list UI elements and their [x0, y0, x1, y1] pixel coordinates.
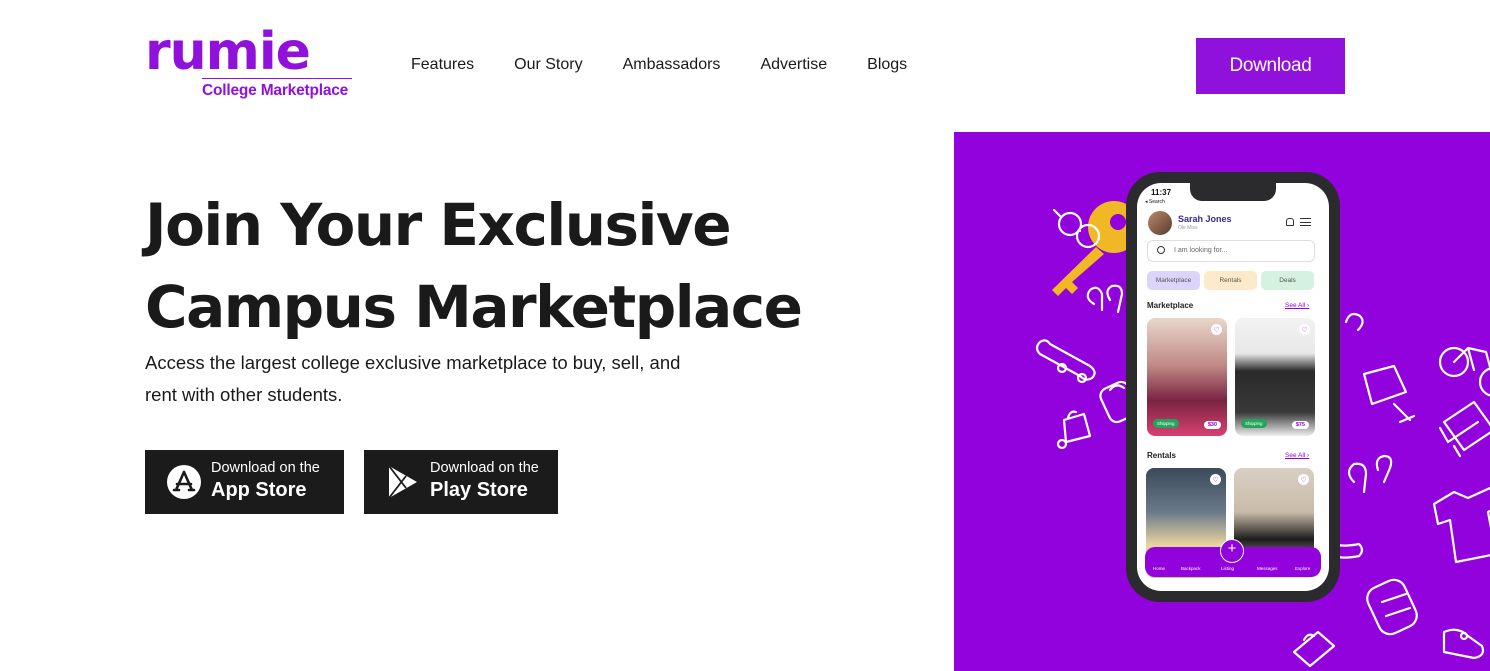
phone-bottom-nav: + Home Backpack Listing Messages Explore — [1145, 539, 1321, 577]
tshirt-icon — [1432, 486, 1490, 564]
hero-title-line-2: Campus Marketplace — [145, 273, 803, 341]
phone-search-bar: I am looking for... — [1147, 240, 1315, 262]
chip-rentals: Rentals — [1204, 271, 1257, 290]
nav-link-features[interactable]: Features — [411, 56, 474, 74]
see-all-rentals: See All › — [1285, 452, 1310, 459]
avatar — [1148, 211, 1172, 235]
hero-title-highlight-word: Exclusive — [439, 191, 731, 259]
section-title-rentals: Rentals — [1147, 451, 1176, 460]
app-store-button[interactable]: Download on the App Store — [145, 450, 344, 514]
skateboard-icon — [1035, 339, 1096, 384]
app-store-small-label: Download on the — [211, 460, 320, 476]
user-name: Sarah Jones — [1178, 214, 1232, 224]
heart-icon: ♡ — [1210, 474, 1221, 485]
search-placeholder: I am looking for... — [1174, 247, 1228, 254]
play-store-icon — [388, 465, 417, 499]
bottom-nav-explore: Explore — [1295, 566, 1311, 571]
status-time: 11:37 — [1151, 188, 1172, 197]
logo-underline — [202, 78, 352, 79]
product-card: ♡ Shipping $75 — [1235, 318, 1315, 436]
heart-icon: ♡ — [1299, 324, 1310, 335]
heart-icon: ♡ — [1211, 324, 1222, 335]
price-badge: $30 — [1203, 421, 1221, 429]
hero-title-line-1: Join Your Exclusive — [145, 180, 845, 266]
couch-icon — [1438, 400, 1490, 458]
nav-link-blogs[interactable]: Blogs — [867, 56, 907, 74]
see-all-marketplace: See All › — [1285, 302, 1310, 309]
earbuds-icon — [1086, 284, 1124, 314]
chip-deals: Deals — [1261, 271, 1314, 290]
section-title-marketplace: Marketplace — [1147, 301, 1194, 310]
bottom-nav-messages: Messages — [1257, 566, 1278, 571]
hero-image-panel: 11:37 ◂ Search Sarah Jones Ole Miss I am… — [954, 132, 1490, 671]
bag-icon-bottom — [1292, 630, 1336, 668]
earbuds-icon-right — [1347, 454, 1393, 494]
backpack-icon-bottom — [1366, 578, 1418, 636]
app-store-icon — [167, 465, 201, 499]
user-school: Ole Miss — [1178, 225, 1198, 231]
lamp-icon — [1362, 364, 1416, 424]
logo[interactable]: rumie College Marketplace — [145, 24, 355, 104]
hero-title: Join Your Exclusive Campus Marketplace — [145, 180, 845, 348]
app-store-text: Download on the App Store — [211, 460, 320, 504]
hero-subtitle: Access the largest college exclusive mar… — [145, 352, 681, 405]
phone-screen: 11:37 ◂ Search Sarah Jones Ole Miss I am… — [1137, 183, 1329, 591]
bottom-nav-home: Home — [1153, 566, 1166, 571]
shipping-badge: Shipping — [1153, 419, 1179, 428]
logo-wordmark: rumie — [145, 22, 311, 82]
play-store-small-label: Download on the — [430, 460, 539, 476]
back-link: ◂ Search — [1145, 199, 1165, 205]
bottom-nav-listing: Listing — [1221, 566, 1235, 571]
bottom-nav-backpack: Backpack — [1181, 566, 1201, 571]
bicycle-icon — [1438, 346, 1490, 397]
sneaker-icon-bottom — [1442, 628, 1485, 660]
download-button[interactable]: Download — [1196, 38, 1345, 94]
bell-icon — [1286, 218, 1294, 226]
chip-marketplace: Marketplace — [1147, 271, 1200, 290]
menu-icon — [1300, 218, 1311, 226]
phone-mockup: 11:37 ◂ Search Sarah Jones Ole Miss I am… — [1126, 172, 1340, 602]
nav-link-advertise[interactable]: Advertise — [760, 56, 827, 74]
play-store-text: Download on the Play Store — [430, 460, 539, 504]
plus-icon: + — [1220, 539, 1244, 563]
nav-link-ambassadors[interactable]: Ambassadors — [623, 56, 721, 74]
price-badge: $75 — [1291, 421, 1309, 429]
phone-notch — [1190, 183, 1276, 201]
search-icon — [1157, 246, 1165, 254]
heart-icon: ♡ — [1298, 474, 1309, 485]
app-store-big-label: App Store — [211, 479, 307, 501]
main-nav: Features Our Story Ambassadors Advertise… — [411, 56, 907, 74]
product-card: ♡ Shipping $30 — [1147, 318, 1227, 436]
bag-icon — [1056, 410, 1092, 450]
nav-link-our-story[interactable]: Our Story — [514, 56, 582, 74]
play-store-button[interactable]: Download on the Play Store — [364, 450, 558, 514]
logo-subtitle: College Marketplace — [202, 82, 349, 99]
wallet-icon — [1344, 312, 1364, 332]
play-store-big-label: Play Store — [430, 479, 528, 501]
hero-title-prefix: Join Your — [145, 191, 440, 259]
shipping-badge: Shipping — [1241, 419, 1267, 428]
